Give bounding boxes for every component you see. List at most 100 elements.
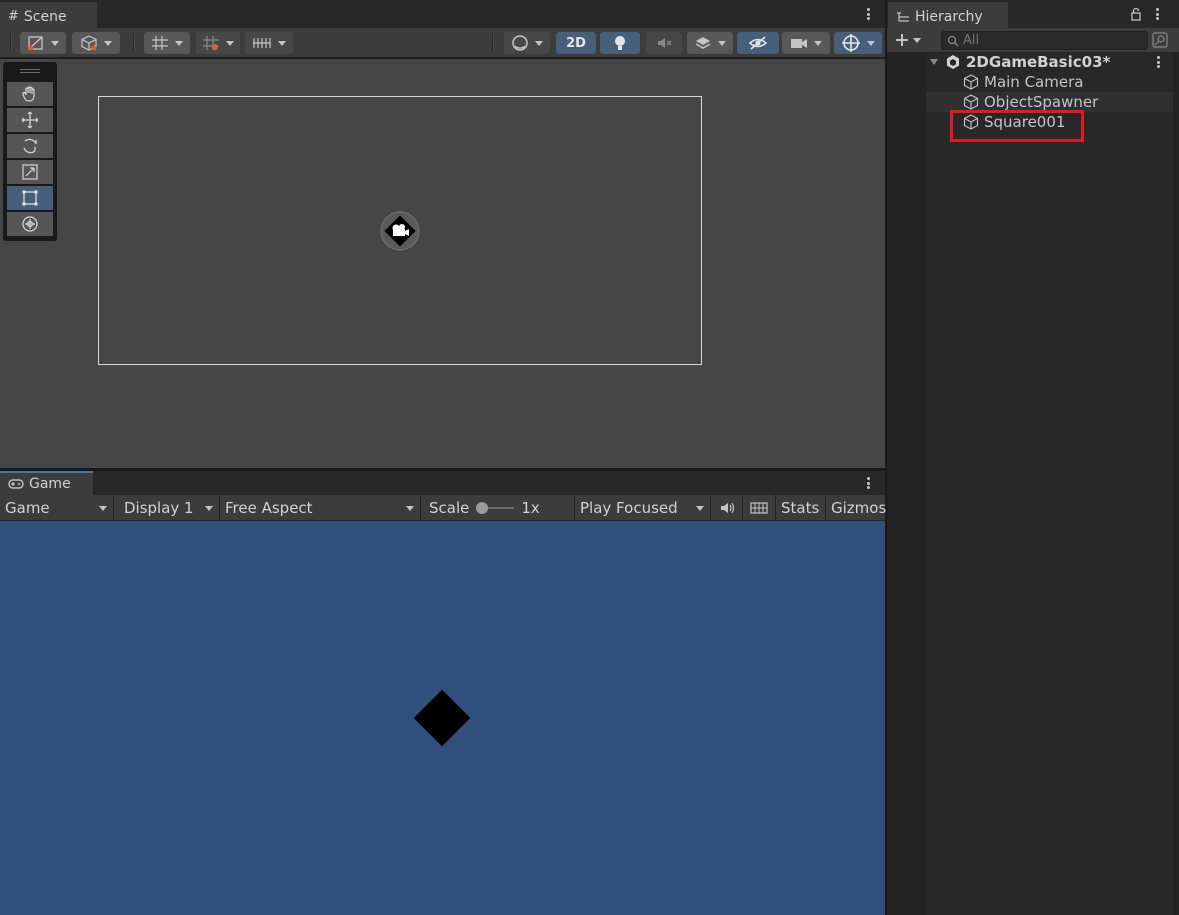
chevron-down-icon (104, 40, 112, 46)
grid-snap-button[interactable] (144, 32, 190, 54)
chevron-down-icon (99, 506, 107, 511)
eye-hidden-icon (748, 36, 768, 50)
rotate-tool-button[interactable] (7, 134, 53, 158)
mute-audio-toggle[interactable] (711, 495, 743, 521)
play-mode-dropdown[interactable]: Play Focused (575, 495, 711, 521)
view-tool-button[interactable] (7, 82, 53, 106)
toolbar-separator (492, 34, 494, 52)
scale-slider[interactable] (476, 502, 515, 514)
sphere-icon (512, 35, 528, 51)
chevron-down-icon (867, 40, 875, 46)
scene-name: 2DGameBasic03* (966, 53, 1111, 71)
increment-snapping-button[interactable] (245, 32, 293, 54)
draw-mode-icon (28, 36, 43, 51)
gamepad-icon (8, 479, 24, 489)
move-arrows-icon (21, 111, 39, 129)
scene-toolbar: 2D (0, 28, 885, 58)
palette-drag-handle[interactable] (20, 72, 40, 73)
aspect-dropdown[interactable]: Free Aspect (220, 495, 421, 521)
palette-drag-handle[interactable] (20, 69, 40, 70)
scene-visibility-toggle[interactable] (737, 32, 779, 54)
game-tab-bar: Game (0, 471, 885, 495)
hierarchy-more-options-icon[interactable] (1150, 6, 1164, 22)
transform-combined-icon (22, 216, 38, 232)
transform-tool-palette (3, 62, 57, 241)
draw-mode-button[interactable] (20, 32, 66, 54)
play-mode-dropdown-label: Play Focused (580, 499, 678, 517)
plus-icon (896, 34, 908, 46)
gizmos-toggle[interactable]: Gizmos (826, 495, 886, 521)
ruler-icon (253, 38, 271, 48)
audio-toggle[interactable] (646, 32, 682, 54)
scale-control: Scale 1x (421, 495, 575, 521)
chevron-down-icon (226, 40, 234, 46)
2d-mode-toggle[interactable]: 2D (556, 32, 596, 54)
scale-tool-button[interactable] (7, 160, 53, 184)
render-mode-button[interactable] (72, 32, 120, 54)
gizmos-button[interactable] (834, 32, 882, 54)
chevron-down-icon (406, 506, 414, 511)
collapse-triangle-icon[interactable] (930, 59, 938, 65)
transform-tool-button[interactable] (7, 212, 53, 236)
chevron-down-icon (535, 40, 543, 46)
game-toolbar: Game Display 1 Free Aspect Scale 1x Play… (0, 495, 886, 521)
gameobject-cube-icon (963, 94, 979, 110)
create-object-button[interactable] (895, 31, 929, 49)
game-more-options-icon[interactable] (861, 475, 875, 491)
tab-hierarchy[interactable]: Hierarchy (888, 2, 1008, 29)
rect-transform-icon (22, 190, 38, 206)
hierarchy-item-main-camera[interactable]: Main Camera (926, 72, 1173, 92)
rect-tool-button[interactable] (7, 186, 53, 210)
aspect-dropdown-label: Free Aspect (225, 499, 313, 517)
audio-mute-icon (658, 38, 672, 48)
stats-button[interactable]: Stats (776, 495, 826, 521)
tab-hierarchy-label: Hierarchy (915, 8, 983, 25)
move-tool-button[interactable] (7, 108, 53, 132)
hierarchy-item-object-spawner[interactable]: ObjectSpawner (926, 92, 1173, 112)
keyboard-icon (750, 502, 768, 514)
scene-more-options-icon[interactable] (861, 6, 875, 22)
chevron-down-icon (205, 506, 213, 511)
layers-icon (695, 37, 711, 49)
scale-value: 1x (521, 499, 540, 517)
hierarchy-scrollbar[interactable] (1173, 53, 1179, 915)
shading-mode-button[interactable] (504, 32, 550, 54)
scale-slider-thumb[interactable] (476, 502, 489, 514)
scale-label: Scale (429, 499, 470, 517)
lightbulb-icon (615, 36, 625, 50)
hierarchy-gutter (887, 53, 926, 915)
scale-icon (22, 164, 38, 180)
snap-magnet-icon (203, 36, 219, 50)
game-view-dropdown[interactable]: Game (0, 495, 114, 521)
tab-scene-label: Scene (23, 8, 67, 25)
grid-visibility-icon (152, 36, 168, 50)
hierarchy-search-input[interactable] (941, 31, 1148, 50)
chevron-down-icon (175, 40, 183, 46)
scene-row-options-icon[interactable] (1151, 54, 1165, 70)
scene-root-row[interactable]: 2DGameBasic03* (926, 52, 1173, 72)
effects-button[interactable] (687, 32, 733, 54)
tab-game-label: Game (29, 476, 71, 492)
tab-game[interactable]: Game (0, 471, 93, 495)
unity-scene-icon (947, 55, 959, 69)
grid-hash-icon: # (8, 9, 19, 24)
search-by-type-icon[interactable] (1152, 32, 1168, 48)
lighting-toggle[interactable] (600, 32, 640, 54)
hierarchy-item-label: Main Camera (984, 73, 1084, 91)
keyboard-shortcuts-toggle[interactable] (743, 495, 776, 521)
gameobject-cube-icon (963, 74, 979, 90)
camera-gizmo-icon[interactable] (380, 211, 420, 251)
scene-tab-bar: # Scene (0, 0, 885, 29)
chevron-down-icon (814, 40, 822, 46)
tab-scene[interactable]: # Scene (0, 2, 97, 29)
incremental-snap-button[interactable] (196, 32, 240, 54)
game-view-dropdown-label: Game (5, 499, 50, 517)
toolbar-separator (10, 34, 12, 52)
cube-icon (81, 35, 97, 51)
rotate-icon (23, 138, 37, 154)
lock-icon[interactable] (1130, 7, 1142, 21)
chevron-down-icon (913, 37, 921, 43)
display-dropdown[interactable]: Display 1 (114, 495, 220, 521)
scene-camera-button[interactable] (782, 32, 830, 54)
hierarchy-tab-bar: Hierarchy (887, 0, 1179, 29)
